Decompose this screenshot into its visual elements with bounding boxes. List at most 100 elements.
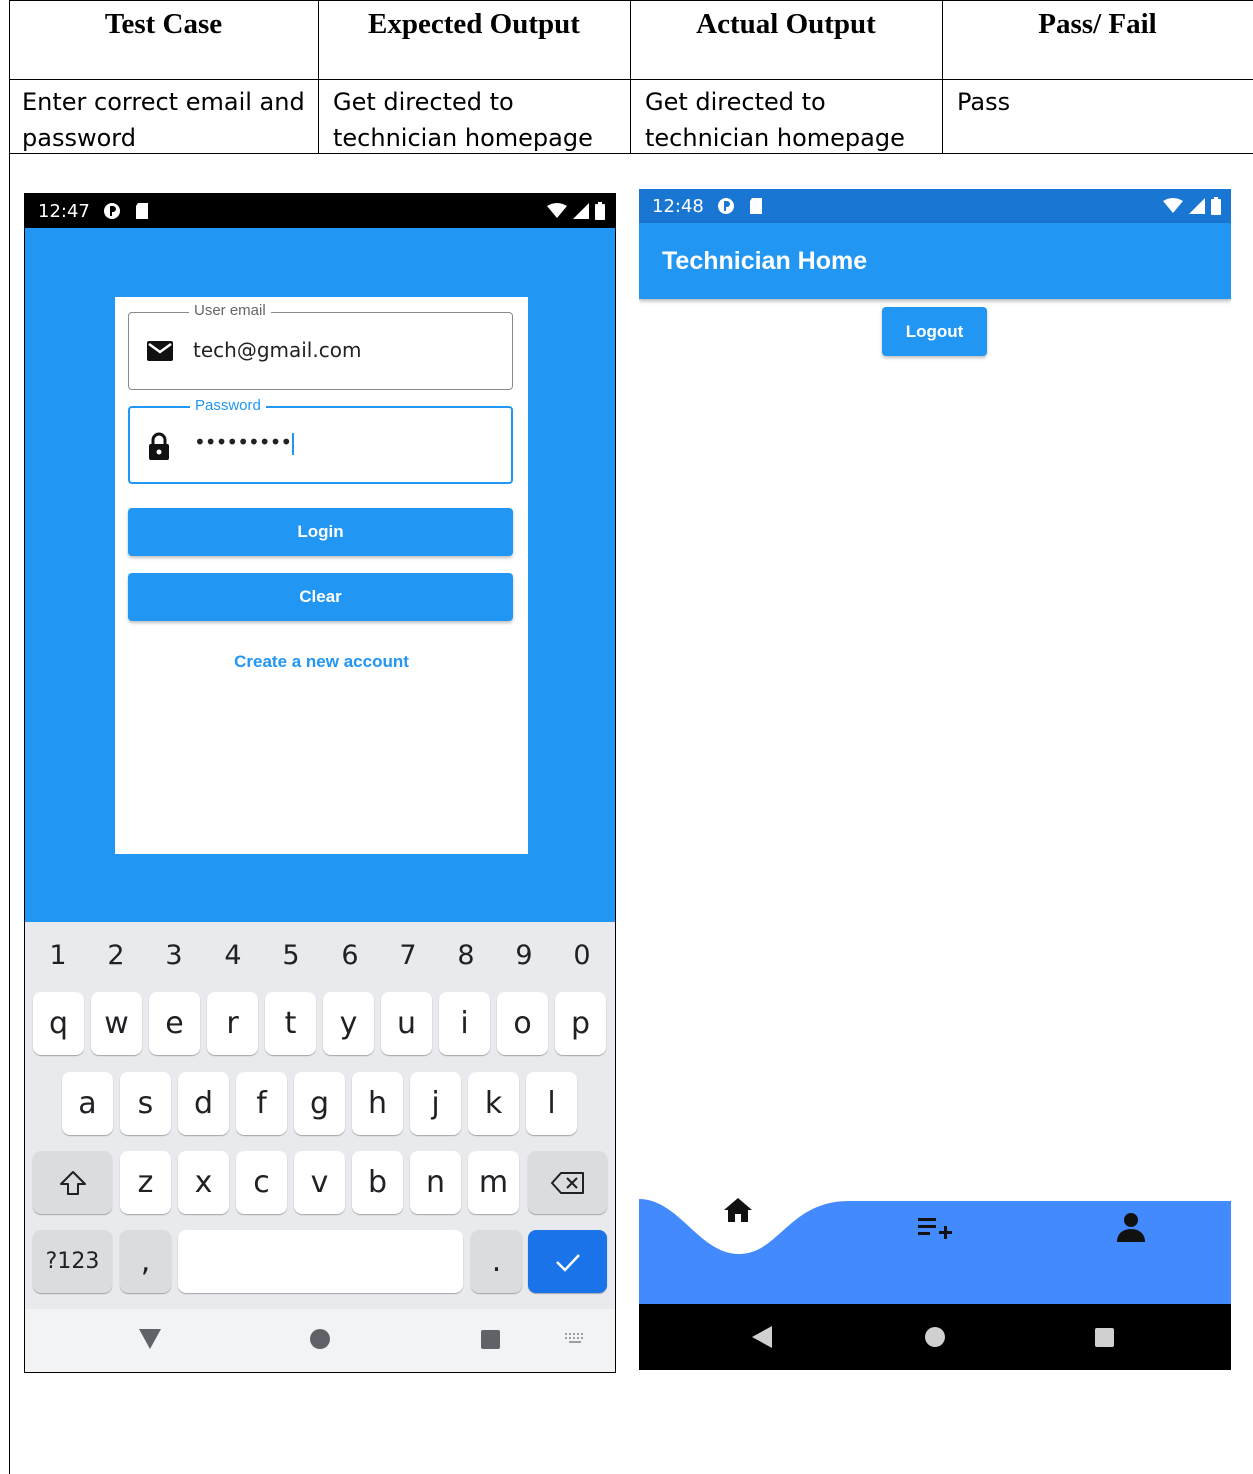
key-l[interactable]: l	[526, 1072, 577, 1135]
number-row: 1 2 3 4 5 6 7 8 9 0	[25, 940, 615, 974]
system-nav-bar	[639, 1304, 1231, 1370]
key-6[interactable]: 6	[330, 940, 370, 971]
shift-key[interactable]	[33, 1151, 112, 1214]
header-pass-fail: Pass/ Fail	[1038, 8, 1157, 40]
key-m[interactable]: m	[468, 1151, 519, 1214]
sd-card-icon	[136, 203, 148, 219]
table-border-top	[9, 0, 1253, 1]
cell-line: Get directed to	[333, 88, 514, 116]
cell-line: password	[22, 124, 136, 152]
status-bar: 12:47	[25, 194, 615, 228]
clear-button[interactable]: Clear	[128, 573, 513, 621]
key-j[interactable]: j	[410, 1072, 461, 1135]
enter-key[interactable]	[528, 1230, 607, 1293]
key-8[interactable]: 8	[446, 940, 486, 971]
email-field[interactable]: User email tech@gmail.com	[128, 302, 513, 390]
status-time: 12:47	[38, 201, 90, 222]
key-7[interactable]: 7	[388, 940, 428, 971]
key-f[interactable]: f	[236, 1072, 287, 1135]
shift-icon	[59, 1170, 86, 1195]
create-account-link[interactable]: Create a new account	[115, 652, 528, 672]
cell-line: Enter correct email and	[22, 88, 305, 116]
comma-key[interactable]: ,	[120, 1230, 171, 1293]
key-1[interactable]: 1	[38, 940, 78, 971]
cell-result: Pass	[957, 88, 1011, 116]
person-icon[interactable]	[1117, 1212, 1145, 1242]
key-e[interactable]: e	[149, 992, 200, 1055]
key-0[interactable]: 0	[562, 940, 602, 971]
logout-button[interactable]: Logout	[882, 307, 987, 356]
key-s[interactable]: s	[120, 1072, 171, 1135]
home-circle-icon[interactable]	[310, 1329, 330, 1349]
sd-card-icon	[750, 198, 762, 214]
header-actual-output: Actual Output	[696, 8, 876, 40]
backspace-key[interactable]	[528, 1151, 607, 1214]
key-5[interactable]: 5	[271, 940, 311, 971]
password-label: Password	[190, 397, 266, 414]
battery-icon	[1211, 197, 1221, 215]
key-q[interactable]: q	[33, 992, 84, 1055]
cell-line: Get directed to	[645, 88, 826, 116]
key-d[interactable]: d	[178, 1072, 229, 1135]
email-value: tech@gmail.com	[193, 338, 362, 362]
period-key[interactable]: .	[471, 1230, 522, 1293]
curved-bottom-nav	[639, 1179, 1231, 1304]
system-nav-bar	[25, 1309, 615, 1372]
header-expected-output: Expected Output	[368, 8, 580, 40]
password-field[interactable]: Password •••••••••	[128, 397, 513, 484]
keyboard-switch-icon[interactable]	[565, 1333, 585, 1345]
home-circle-icon[interactable]	[925, 1327, 945, 1347]
status-time: 12:48	[652, 196, 704, 217]
key-w[interactable]: w	[91, 992, 142, 1055]
key-o[interactable]: o	[497, 992, 548, 1055]
password-value: •••••••••	[194, 430, 292, 454]
symbols-key[interactable]: ?123	[33, 1230, 112, 1293]
key-a[interactable]: a	[62, 1072, 113, 1135]
key-v[interactable]: v	[294, 1151, 345, 1214]
cell-expected: Get directed to technician homepage	[333, 84, 593, 156]
recents-icon[interactable]	[481, 1330, 500, 1349]
key-z[interactable]: z	[120, 1151, 171, 1214]
soft-keyboard: 1 2 3 4 5 6 7 8 9 0 q w e r t y u i o p …	[25, 922, 615, 1309]
cell-actual: Get directed to technician homepage	[645, 84, 905, 156]
key-k[interactable]: k	[468, 1072, 519, 1135]
key-b[interactable]: b	[352, 1151, 403, 1214]
signal-icon	[1189, 198, 1205, 214]
back-icon[interactable]	[752, 1326, 772, 1348]
key-2[interactable]: 2	[96, 940, 136, 971]
key-x[interactable]: x	[178, 1151, 229, 1214]
key-u[interactable]: u	[381, 992, 432, 1055]
wifi-icon	[547, 203, 567, 218]
email-label: User email	[189, 302, 271, 319]
notification-icon	[718, 198, 734, 214]
text-cursor	[292, 432, 295, 455]
notification-icon	[104, 203, 120, 219]
key-g[interactable]: g	[294, 1072, 345, 1135]
key-n[interactable]: n	[410, 1151, 461, 1214]
recents-icon[interactable]	[1095, 1328, 1114, 1347]
key-y[interactable]: y	[323, 992, 374, 1055]
page-title: Technician Home	[662, 247, 868, 275]
key-3[interactable]: 3	[154, 940, 194, 971]
key-4[interactable]: 4	[213, 940, 253, 971]
status-bar: 12:48	[639, 189, 1231, 223]
login-button[interactable]: Login	[128, 508, 513, 556]
key-h[interactable]: h	[352, 1072, 403, 1135]
app-bar: Technician Home	[639, 223, 1231, 299]
cell-line: technician homepage	[645, 124, 905, 152]
key-t[interactable]: t	[265, 992, 316, 1055]
key-p[interactable]: p	[555, 992, 606, 1055]
row-divider	[9, 79, 1253, 80]
key-9[interactable]: 9	[504, 940, 544, 971]
wifi-icon	[1163, 198, 1183, 213]
key-c[interactable]: c	[236, 1151, 287, 1214]
home-screenshot: 12:48 Technician Home Logout	[639, 189, 1231, 1370]
key-r[interactable]: r	[207, 992, 258, 1055]
header-test-case: Test Case	[104, 8, 223, 40]
home-icon[interactable]	[723, 1197, 753, 1223]
key-i[interactable]: i	[439, 992, 490, 1055]
space-key[interactable]	[178, 1230, 463, 1293]
back-icon[interactable]	[139, 1329, 161, 1349]
playlist-add-icon[interactable]	[918, 1216, 952, 1240]
login-card: User email tech@gmail.com Password •••••…	[115, 297, 528, 854]
